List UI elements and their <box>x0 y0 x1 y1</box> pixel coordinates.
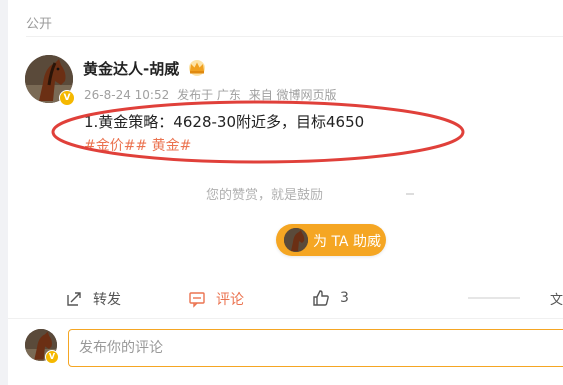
comment-input[interactable] <box>68 329 563 367</box>
divider <box>468 297 520 299</box>
comment-button[interactable]: 评论 <box>188 289 244 309</box>
reward-watermark: 您的赞赏，就是鼓励 <box>206 188 324 203</box>
like-icon <box>313 290 329 306</box>
repost-button[interactable]: 转发 <box>65 289 121 309</box>
support-button[interactable]: 为 TA 助威 <box>276 224 386 256</box>
visibility-label: 公开 <box>26 17 53 32</box>
divider <box>406 193 414 195</box>
verified-icon: V <box>45 350 59 364</box>
comment-icon <box>189 292 205 308</box>
crown-icon <box>189 60 205 76</box>
divider <box>26 36 563 37</box>
horse-avatar-icon <box>284 228 308 252</box>
comment-label: 评论 <box>216 292 244 308</box>
action-bar: 转发 评论 3 文 <box>8 285 563 315</box>
post-card: 公开 V 黄金达人-胡威 26-8-24 10:52 发布于 广东 来自 微博网… <box>8 0 563 385</box>
annotation-circle <box>51 100 465 164</box>
divider <box>8 318 563 319</box>
support-label: 为 TA 助威 <box>313 234 381 250</box>
like-button[interactable]: 3 <box>312 289 349 307</box>
more-actions[interactable]: 文 <box>550 289 563 308</box>
repost-label: 转发 <box>93 292 121 308</box>
author-name[interactable]: 黄金达人-胡威 <box>83 58 179 79</box>
repost-icon <box>67 292 81 306</box>
like-count: 3 <box>340 290 349 306</box>
